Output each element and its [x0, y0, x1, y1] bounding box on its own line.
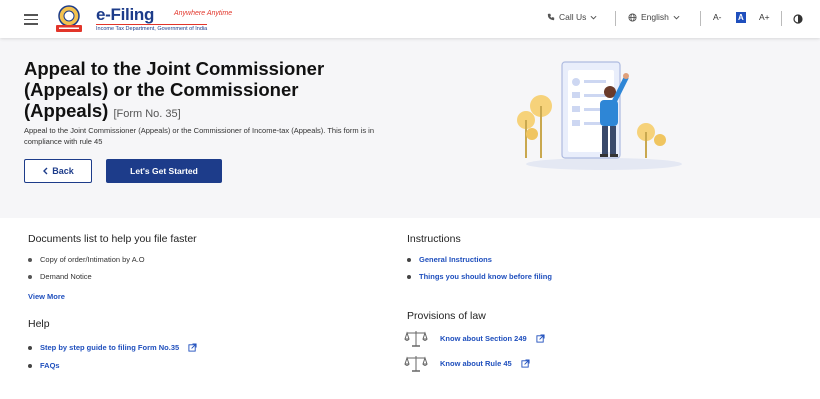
- document-list-item: Copy of order/Intimation by A.O: [28, 255, 145, 264]
- font-increase-button[interactable]: A+: [759, 12, 770, 22]
- help-item-label: Step by step guide to filing Form No.35: [40, 343, 180, 352]
- chevron-down-icon: [590, 15, 597, 20]
- bullet-icon: [407, 274, 411, 279]
- call-us-dropdown[interactable]: Call Us: [547, 12, 597, 22]
- document-list-item: Demand Notice: [28, 272, 92, 281]
- things-to-know-link[interactable]: Things you should know before filing: [407, 272, 552, 281]
- provision-section-249[interactable]: Know about Section 249: [404, 328, 545, 348]
- document-item-label: Copy of order/Intimation by A.O: [40, 255, 145, 264]
- bullet-icon: [407, 257, 411, 262]
- phone-icon: [547, 13, 555, 21]
- header-divider: [615, 11, 616, 26]
- page-title: Appeal to the Joint Commissioner (Appeal…: [24, 58, 364, 125]
- help-item-label: FAQs: [40, 361, 60, 370]
- back-label: Back: [52, 166, 74, 176]
- documents-section-title: Documents list to help you file faster: [28, 233, 197, 245]
- bullet-icon: [28, 363, 32, 368]
- help-step-guide-link[interactable]: Step by step guide to filing Form No.35: [28, 343, 197, 352]
- contrast-toggle-icon[interactable]: [793, 14, 803, 24]
- provision-label: Know about Rule 45: [440, 358, 512, 368]
- help-section-title: Help: [28, 318, 50, 330]
- chevron-left-icon: [43, 167, 48, 175]
- provision-rule-45[interactable]: Know about Rule 45: [404, 353, 530, 373]
- hero-section: Appeal to the Joint Commissioner (Appeal…: [0, 38, 820, 218]
- scales-of-justice-icon: [404, 331, 428, 347]
- language-dropdown[interactable]: English: [628, 12, 680, 22]
- page-description: Appeal to the Joint Commissioner (Appeal…: [24, 126, 374, 146]
- font-decrease-button[interactable]: A-: [713, 12, 722, 22]
- emblem-logo-icon: [56, 5, 82, 32]
- logo-subtitle: Income Tax Department, Government of Ind…: [96, 24, 208, 32]
- globe-icon: [628, 12, 637, 22]
- man-with-checklist-illustration: [517, 61, 682, 170]
- form-number: [Form No. 35]: [113, 108, 181, 120]
- get-started-button[interactable]: Let's Get Started: [106, 159, 222, 183]
- logo-title: e-Filing: [96, 5, 155, 24]
- hamburger-menu-icon[interactable]: [24, 14, 38, 25]
- external-link-icon: [521, 358, 530, 368]
- bullet-icon: [28, 274, 32, 279]
- header-divider: [700, 11, 701, 26]
- document-item-label: Demand Notice: [40, 272, 92, 281]
- scales-of-justice-icon: [404, 356, 428, 372]
- header-divider: [781, 11, 782, 26]
- provisions-section-title: Provisions of law: [407, 310, 486, 322]
- general-instructions-link[interactable]: General Instructions: [407, 255, 492, 264]
- provision-label: Know about Section 249: [440, 333, 527, 343]
- instruction-item-label: Things you should know before filing: [419, 272, 552, 281]
- call-us-label: Call Us: [559, 12, 587, 22]
- external-link-icon: [188, 343, 197, 352]
- logo-tagline: Anywhere Anytime: [174, 10, 233, 17]
- chevron-down-icon: [673, 15, 680, 20]
- instructions-section-title: Instructions: [407, 233, 461, 245]
- language-label: English: [641, 12, 669, 22]
- bullet-icon: [28, 345, 32, 350]
- top-header: e-Filing Anywhere Anytime Income Tax Dep…: [0, 0, 820, 38]
- back-button[interactable]: Back: [24, 159, 92, 183]
- view-more-link[interactable]: View More: [28, 292, 65, 301]
- font-default-button[interactable]: A: [736, 12, 746, 23]
- help-faqs-link[interactable]: FAQs: [28, 361, 60, 370]
- bullet-icon: [28, 257, 32, 262]
- instruction-item-label: General Instructions: [419, 255, 492, 264]
- external-link-icon: [536, 333, 545, 343]
